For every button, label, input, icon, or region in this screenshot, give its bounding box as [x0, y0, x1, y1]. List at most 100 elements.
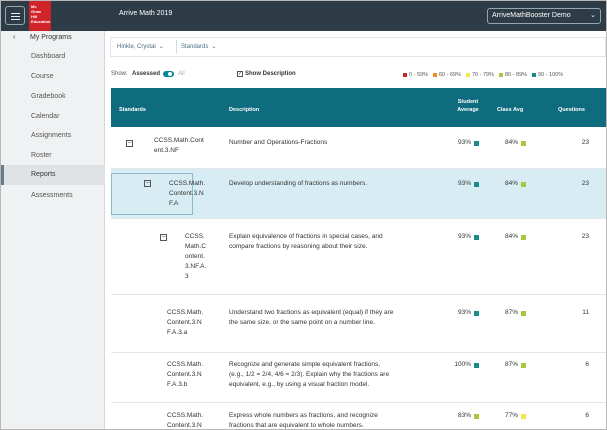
collapse-icon[interactable]: −: [160, 234, 167, 241]
chevron-down-icon: ⌄: [211, 44, 217, 50]
legend-swatch: [432, 73, 437, 77]
table-row[interactable]: − CCSS.Math. Content.3.N F.A Develop und…: [111, 169, 606, 219]
teacher-filter-label: Hinkle, Crystal: [117, 44, 156, 50]
legend-item: 80 - 89%: [499, 72, 527, 78]
col-description[interactable]: Description: [229, 107, 259, 113]
standard-code: CCSS.Math.: [167, 309, 204, 316]
sidebar-item-assignments[interactable]: Assignments: [1, 126, 105, 146]
show-assessed-option[interactable]: Assessed: [132, 71, 160, 77]
standard-description: Express whole numbers as fractions, and …: [229, 412, 378, 419]
class-score-swatch: [521, 182, 526, 187]
student-average: 93%: [457, 309, 471, 316]
filter-bar: Hinkle, Crystal ⌄ Standards ⌄: [110, 37, 606, 57]
standard-code: F.A.3.a: [167, 329, 188, 336]
question-count: 23: [581, 233, 589, 240]
student-average: 83%: [457, 412, 471, 419]
standard-code: ent.3.NF: [154, 147, 179, 154]
student-score-swatch: [474, 235, 479, 240]
standard-code: CCSS.Math.: [167, 361, 204, 368]
student-average: 100%: [454, 361, 471, 368]
collapse-icon[interactable]: −: [144, 180, 151, 187]
legend-swatch: [403, 73, 407, 77]
standard-description: (e.g., 1/2 = 2/4, 4/6 = 2/3). Explain wh…: [229, 371, 390, 378]
col-questions[interactable]: Questions: [558, 107, 585, 113]
standard-code: Content.3.N: [167, 319, 202, 326]
col-student-average-line1[interactable]: Student: [453, 99, 483, 105]
hamburger-menu-icon[interactable]: [5, 6, 25, 25]
table-row[interactable]: CCSS.Math. Content.3.N Express whole num…: [111, 403, 606, 429]
table-row[interactable]: − CCSS. Math.C ontent. 3.NF.A. 3 Explain…: [111, 219, 606, 295]
standard-code: 3.NF.A.: [185, 263, 207, 270]
top-bar: Mc Graw Hill Education Arrive Math 2019 …: [1, 1, 606, 31]
class-score-swatch: [521, 311, 526, 316]
table-header: Standards Description Student Average Cl…: [111, 88, 606, 127]
chevron-down-icon: ⌄: [158, 44, 164, 50]
question-count: 23: [581, 180, 589, 187]
app-window: Mc Graw Hill Education Arrive Math 2019 …: [0, 0, 607, 430]
standard-description: Develop understanding of fractions as nu…: [229, 180, 368, 187]
back-arrow-icon[interactable]: ‹: [13, 34, 15, 41]
student-average: 93%: [457, 180, 471, 187]
standard-code: ontent.: [185, 253, 205, 260]
table-row[interactable]: − CCSS.Math.Cont ent.3.NF Number and Ope…: [111, 127, 606, 169]
class-average: 87%: [504, 309, 518, 316]
standards-filter-dropdown[interactable]: Standards ⌄: [181, 38, 216, 56]
student-average: 93%: [457, 139, 471, 146]
standard-code: CCSS.: [185, 233, 205, 240]
show-description-checkbox[interactable]: ✓: [237, 71, 243, 77]
sidebar-item-gradebook[interactable]: Gradebook: [1, 87, 105, 107]
legend-item: 0 - 59%: [403, 72, 428, 78]
class-average: 84%: [504, 233, 518, 240]
standard-code: 3: [185, 273, 189, 280]
class-score-swatch: [521, 414, 526, 419]
sidebar-item-reports[interactable]: Reports: [1, 165, 105, 185]
sidebar-item-roster[interactable]: Roster: [1, 146, 105, 166]
student-score-swatch: [474, 311, 479, 316]
question-count: 23: [581, 139, 589, 146]
standard-description: Explain equivalence of fractions in spec…: [229, 233, 383, 240]
show-description-label[interactable]: Show Description: [245, 71, 296, 77]
question-count: 6: [585, 412, 589, 419]
standard-code: Content.3.N: [167, 422, 202, 429]
teacher-filter-dropdown[interactable]: Hinkle, Crystal ⌄: [117, 38, 164, 56]
assessed-all-toggle[interactable]: [163, 71, 174, 77]
legend-swatch: [465, 73, 470, 77]
sidebar-item-dashboard[interactable]: Dashboard: [1, 47, 105, 67]
class-average: 84%: [504, 139, 518, 146]
chevron-down-icon: ⌄: [590, 12, 596, 19]
class-score-swatch: [521, 363, 526, 368]
my-programs-link[interactable]: My Programs: [30, 34, 72, 41]
collapse-icon[interactable]: −: [126, 140, 133, 147]
standard-code: Content.3.N: [169, 190, 204, 197]
standards-filter-label: Standards: [181, 44, 209, 50]
class-score-swatch: [521, 141, 526, 146]
standard-code: F.A.3.b: [167, 381, 188, 388]
standard-description: equivalent, e.g., by using a visual frac…: [229, 381, 370, 388]
class-score-swatch: [521, 235, 526, 240]
question-count: 6: [585, 361, 589, 368]
class-average: 84%: [504, 180, 518, 187]
standard-description: the same size, or the same point on a nu…: [229, 319, 375, 326]
sidebar-item-assessments[interactable]: Assessments: [1, 186, 105, 206]
standard-description: fractions that are equivalent to whole n…: [229, 422, 364, 429]
class-average: 77%: [504, 412, 518, 419]
student-score-swatch: [474, 363, 479, 368]
show-label: Show:: [111, 71, 128, 77]
col-standards[interactable]: Standards: [119, 107, 146, 113]
sidebar: ‹ My Programs Dashboard Course Gradebook…: [1, 31, 105, 429]
col-student-average-line2[interactable]: Average: [453, 107, 483, 113]
sidebar-item-calendar[interactable]: Calendar: [1, 107, 105, 127]
table-row[interactable]: CCSS.Math. Content.3.N F.A.3.b Recognize…: [111, 353, 606, 403]
table-row[interactable]: CCSS.Math. Content.3.N F.A.3.a Understan…: [111, 295, 606, 353]
question-count: 11: [582, 309, 589, 316]
standard-code: Math.C: [185, 243, 206, 250]
sidebar-item-course[interactable]: Course: [1, 67, 105, 87]
show-all-option[interactable]: All: [178, 71, 185, 77]
user-menu-label: ArriveMathBooster Demo: [492, 12, 571, 19]
legend-item: 70 - 79%: [465, 72, 494, 78]
score-legend: 0 - 59% 60 - 69% 70 - 79% 80 - 89% 90 - …: [403, 72, 563, 78]
standard-description: Understand two fractions as equivalent (…: [229, 309, 394, 316]
user-menu-button[interactable]: ArriveMathBooster Demo ⌄: [487, 8, 601, 24]
standard-code: Content.3.N: [167, 371, 202, 378]
col-class-avg[interactable]: Class Avg: [497, 107, 523, 113]
